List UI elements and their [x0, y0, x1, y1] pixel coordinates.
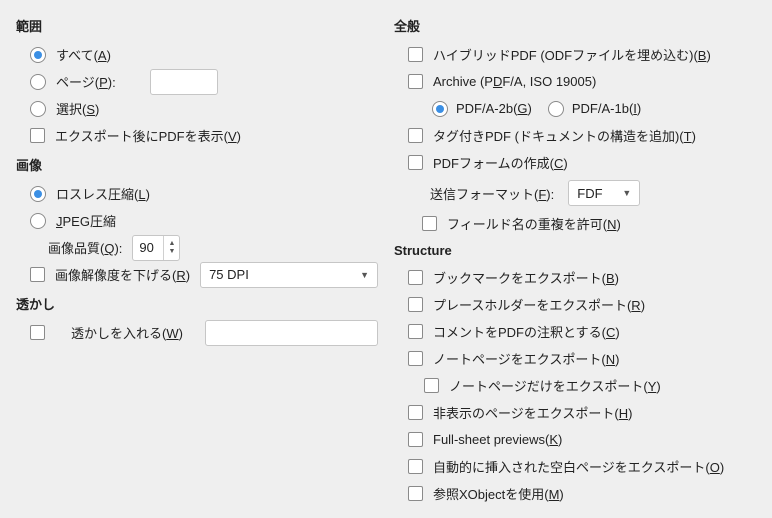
pages-input[interactable]	[150, 69, 218, 95]
submit-format-value: FDF	[577, 186, 602, 201]
full-sheet-checkbox[interactable]	[408, 432, 423, 447]
range-selection-label[interactable]: 選択(S)	[56, 99, 99, 118]
range-pages-radio[interactable]	[30, 74, 46, 90]
range-all-label[interactable]: すべて(A)	[56, 45, 111, 64]
bookmarks-checkbox[interactable]	[408, 270, 423, 285]
chevron-up-icon: ▲	[168, 240, 175, 248]
general-title: 全般	[394, 16, 756, 35]
hidden-pages-label[interactable]: 非表示のページをエクスポート(H)	[433, 403, 632, 422]
comments-label[interactable]: コメントをPDFの注釈とする(C)	[433, 322, 620, 341]
pdf-forms-label[interactable]: PDFフォームの作成(C)	[433, 153, 568, 172]
watermark-input[interactable]	[205, 320, 378, 346]
placeholders-label[interactable]: プレースホルダーをエクスポート(R)	[433, 295, 645, 314]
notes-only-label[interactable]: ノートページだけをエクスポート(Y)	[449, 376, 661, 395]
range-selection-radio[interactable]	[30, 101, 46, 117]
submit-format-combo[interactable]: FDF ▼	[568, 180, 640, 206]
tagged-pdf-label[interactable]: タグ付きPDF (ドキュメントの構造を追加)(T)	[433, 126, 696, 145]
view-after-export-label[interactable]: エクスポート後にPDFを表示(V)	[55, 126, 241, 145]
xobject-label[interactable]: 参照XObjectを使用(M)	[433, 484, 564, 503]
bookmarks-label[interactable]: ブックマークをエクスポート(B)	[433, 268, 619, 287]
notes-only-checkbox[interactable]	[424, 378, 439, 393]
reduce-resolution-checkbox[interactable]	[30, 267, 45, 282]
chevron-down-icon: ▼	[360, 270, 369, 280]
range-pages-label[interactable]: ページ(P):	[56, 72, 116, 91]
auto-blank-checkbox[interactable]	[408, 459, 423, 474]
pdfa2b-label[interactable]: PDF/A-2b(G)	[456, 101, 532, 116]
reduce-resolution-label[interactable]: 画像解像度を下げる(R)	[55, 265, 190, 284]
lossless-radio[interactable]	[30, 186, 46, 202]
range-title: 範囲	[16, 16, 378, 35]
notes-checkbox[interactable]	[408, 351, 423, 366]
jpeg-radio[interactable]	[30, 213, 46, 229]
notes-label[interactable]: ノートページをエクスポート(N)	[433, 349, 619, 368]
quality-spin[interactable]: 90 ▲▼	[132, 235, 180, 261]
pdf-forms-checkbox[interactable]	[408, 155, 423, 170]
hybrid-pdf-checkbox[interactable]	[408, 47, 423, 62]
placeholders-checkbox[interactable]	[408, 297, 423, 312]
dpi-value: 75 DPI	[209, 267, 249, 282]
images-title: 画像	[16, 155, 378, 174]
hybrid-pdf-label[interactable]: ハイブリッドPDF (ODFファイルを埋め込む)(B)	[433, 45, 711, 64]
structure-title: Structure	[394, 243, 756, 258]
xobject-checkbox[interactable]	[408, 486, 423, 501]
comments-checkbox[interactable]	[408, 324, 423, 339]
watermark-checkbox[interactable]	[30, 325, 45, 340]
tagged-pdf-checkbox[interactable]	[408, 128, 423, 143]
chevron-down-icon: ▼	[168, 248, 175, 256]
jpeg-label[interactable]: JPEG圧縮	[56, 211, 116, 230]
view-after-export-checkbox[interactable]	[30, 128, 45, 143]
quality-label: 画像品質(Q):	[48, 238, 122, 257]
dup-field-checkbox[interactable]	[422, 216, 437, 231]
pdfa2b-radio[interactable]	[432, 101, 448, 117]
quality-value: 90	[133, 240, 163, 255]
dup-field-label[interactable]: フィールド名の重複を許可(N)	[447, 214, 621, 233]
submit-format-label: 送信フォーマット(F):	[430, 184, 554, 203]
chevron-down-icon: ▼	[622, 188, 631, 198]
full-sheet-label[interactable]: Full-sheet previews(K)	[433, 432, 562, 447]
hidden-pages-checkbox[interactable]	[408, 405, 423, 420]
dpi-combo[interactable]: 75 DPI ▼	[200, 262, 378, 288]
pdfa1b-radio[interactable]	[548, 101, 564, 117]
watermark-label[interactable]: 透かしを入れる(W)	[71, 323, 183, 342]
archive-label[interactable]: Archive (PDF/A, ISO 19005)	[433, 74, 596, 89]
pdfa1b-label[interactable]: PDF/A-1b(I)	[572, 101, 641, 116]
archive-checkbox[interactable]	[408, 74, 423, 89]
range-all-radio[interactable]	[30, 47, 46, 63]
auto-blank-label[interactable]: 自動的に挿入された空白ページをエクスポート(O)	[433, 457, 724, 476]
lossless-label[interactable]: ロスレス圧縮(L)	[56, 184, 150, 203]
watermark-title: 透かし	[16, 294, 378, 313]
spin-arrows[interactable]: ▲▼	[163, 236, 179, 260]
